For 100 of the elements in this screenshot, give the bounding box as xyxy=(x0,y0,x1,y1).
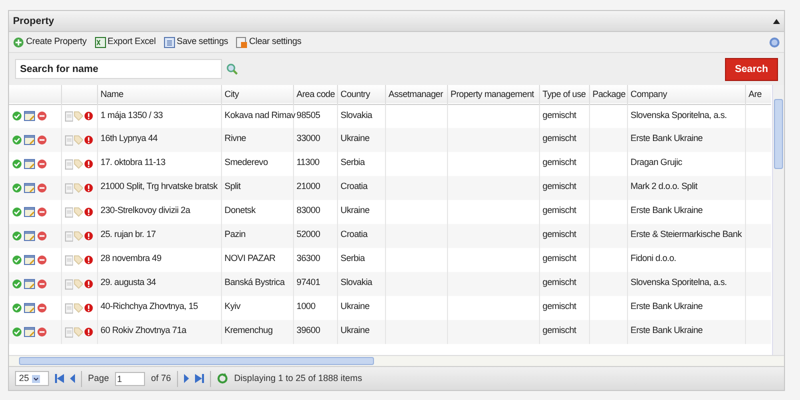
check-circle-icon[interactable] xyxy=(12,207,22,217)
document-icon[interactable] xyxy=(64,278,73,290)
plus-circle-icon xyxy=(13,36,24,48)
check-circle-icon[interactable] xyxy=(12,327,22,337)
document-icon[interactable] xyxy=(64,134,73,146)
toolbar-button[interactable]: Export Excel xyxy=(94,35,156,49)
search-field[interactable]: Search for name xyxy=(15,59,222,79)
table-cell: Kyiv xyxy=(224,301,240,311)
table-cell: Erste Bank Ukraine xyxy=(630,205,703,215)
exclamation-circle-icon[interactable] xyxy=(84,207,94,217)
exclamation-circle-icon[interactable] xyxy=(84,111,94,122)
spreadsheet-icon xyxy=(94,36,106,48)
first-page-icon[interactable] xyxy=(55,374,64,383)
column-header[interactable]: Country xyxy=(340,88,370,98)
exclamation-circle-icon[interactable] xyxy=(84,279,94,289)
document-icon[interactable] xyxy=(64,230,73,242)
column-header[interactable]: Type of use xyxy=(542,88,586,98)
minus-circle-icon[interactable] xyxy=(37,231,47,241)
check-circle-icon[interactable] xyxy=(12,111,22,122)
table-cell: 33000 xyxy=(296,133,320,143)
check-circle-icon[interactable] xyxy=(12,159,22,169)
check-circle-icon[interactable] xyxy=(12,303,22,313)
note-icon[interactable] xyxy=(24,279,35,289)
toolbar-button[interactable]: Save settings xyxy=(164,35,228,49)
table-cell: 83000 xyxy=(296,205,320,215)
toolbar-button[interactable]: Create Property xyxy=(13,35,87,49)
note-icon[interactable] xyxy=(24,327,35,337)
check-circle-icon[interactable] xyxy=(12,279,22,289)
magnifier-icon[interactable] xyxy=(226,63,238,75)
table-cell: Ukraine xyxy=(340,301,370,311)
help-icon[interactable] xyxy=(769,36,780,48)
note-icon[interactable] xyxy=(24,159,35,169)
table-cell: Erste Bank Ukraine xyxy=(630,133,703,143)
next-page-icon[interactable] xyxy=(184,374,190,383)
document-icon[interactable] xyxy=(64,182,73,194)
table-cell: Smederevo xyxy=(224,157,268,167)
note-icon[interactable] xyxy=(24,255,35,265)
note-icon[interactable] xyxy=(24,231,35,241)
table-cell: Ukraine xyxy=(340,325,370,335)
document-icon[interactable] xyxy=(64,110,73,122)
document-icon[interactable] xyxy=(64,158,73,170)
exclamation-circle-icon[interactable] xyxy=(84,135,94,145)
table-cell: Fidoni d.o.o. xyxy=(630,253,676,263)
table-cell: gemischt xyxy=(542,181,576,191)
minus-circle-icon[interactable] xyxy=(37,207,47,217)
document-icon[interactable] xyxy=(64,254,73,266)
table-cell: Croatia xyxy=(340,229,368,239)
column-header[interactable]: Area code xyxy=(296,88,335,98)
note-icon[interactable] xyxy=(24,135,35,145)
refresh-icon[interactable] xyxy=(217,373,228,384)
scrollbar-thumb[interactable] xyxy=(774,99,783,169)
minus-circle-icon[interactable] xyxy=(37,183,47,193)
check-circle-icon[interactable] xyxy=(12,135,22,145)
check-circle-icon[interactable] xyxy=(12,231,22,241)
check-circle-icon[interactable] xyxy=(12,255,22,265)
check-circle-icon[interactable] xyxy=(12,183,22,193)
page-size-select[interactable]: 25 xyxy=(15,371,49,386)
minus-circle-icon[interactable] xyxy=(37,327,47,337)
column-header[interactable]: Name xyxy=(100,88,124,98)
last-page-icon[interactable] xyxy=(195,374,204,383)
column-header[interactable]: Are xyxy=(748,88,762,98)
column-header[interactable]: City xyxy=(224,88,239,98)
minus-circle-icon[interactable] xyxy=(37,159,47,169)
exclamation-circle-icon[interactable] xyxy=(84,159,94,169)
document-icon[interactable] xyxy=(64,206,73,218)
dropdown-icon[interactable] xyxy=(32,374,40,382)
table-cell: 25. rujan br. 17 xyxy=(100,229,156,239)
exclamation-circle-icon[interactable] xyxy=(84,255,94,265)
minus-circle-icon[interactable] xyxy=(37,255,47,265)
toolbar-button[interactable]: Clear settings xyxy=(236,35,302,49)
page-count: of 76 xyxy=(151,372,172,385)
note-icon[interactable] xyxy=(24,111,35,122)
page-field[interactable]: 1 xyxy=(115,372,146,386)
column-header[interactable]: Company xyxy=(630,88,667,98)
note-icon[interactable] xyxy=(24,303,35,313)
column-header[interactable]: Property management xyxy=(450,88,534,98)
document-icon[interactable] xyxy=(64,326,73,338)
document-icon[interactable] xyxy=(64,302,73,314)
table-cell: 1000 xyxy=(296,301,316,311)
column-header[interactable]: Package xyxy=(592,88,626,98)
minus-circle-icon[interactable] xyxy=(37,279,47,289)
scrollbar-thumb[interactable] xyxy=(19,357,374,365)
table-cell: Donetsk xyxy=(224,205,256,215)
minus-circle-icon[interactable] xyxy=(37,303,47,313)
previous-page-icon[interactable] xyxy=(70,374,75,383)
exclamation-circle-icon[interactable] xyxy=(84,303,94,313)
note-icon[interactable] xyxy=(24,207,35,217)
column-header[interactable]: Assetmanager xyxy=(388,88,443,98)
minus-circle-icon[interactable] xyxy=(37,135,47,145)
vertical-scrollbar[interactable] xyxy=(772,85,784,355)
exclamation-circle-icon[interactable] xyxy=(84,183,94,193)
table-cell: gemischt xyxy=(542,253,576,263)
search-button[interactable]: Search xyxy=(725,58,778,80)
exclamation-circle-icon[interactable] xyxy=(84,231,94,241)
table-cell: Ukraine xyxy=(340,133,370,143)
exclamation-circle-icon[interactable] xyxy=(84,327,94,337)
horizontal-scrollbar[interactable] xyxy=(9,355,784,366)
minus-circle-icon[interactable] xyxy=(37,111,47,122)
collapse-icon[interactable] xyxy=(773,18,780,24)
note-icon[interactable] xyxy=(24,183,35,193)
